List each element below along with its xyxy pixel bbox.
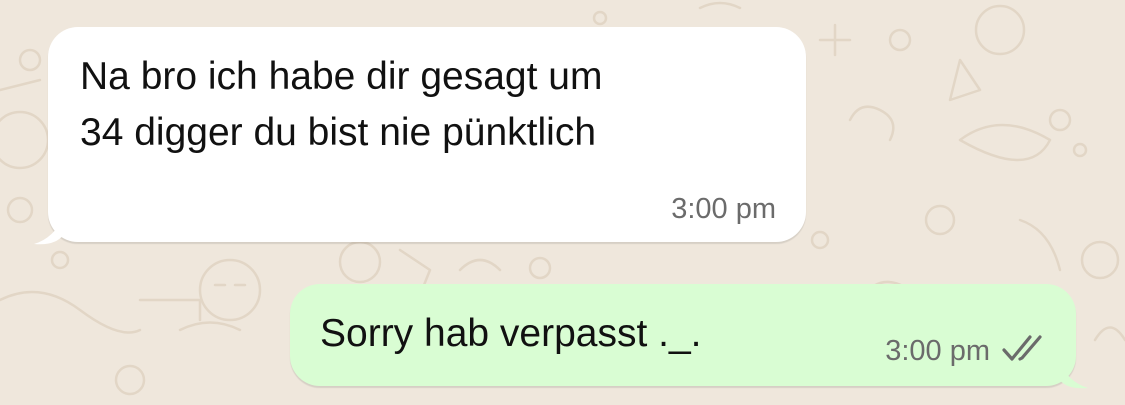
- outgoing-bubble-tail: [1058, 360, 1088, 389]
- incoming-message-bubble[interactable]: Na bro ich habe dir gesagt um 34 digger …: [48, 27, 806, 242]
- double-check-icon: [1002, 335, 1042, 361]
- incoming-bubble-tail: [34, 216, 64, 245]
- message-timestamp: 3:00 pm: [885, 335, 990, 367]
- message-timestamp: 3:00 pm: [671, 193, 776, 225]
- outgoing-message-bubble[interactable]: Sorry hab verpasst ._. 3:00 pm: [290, 284, 1076, 386]
- message-text: Na bro ich habe dir gesagt um 34 digger …: [80, 55, 603, 154]
- message-text: Sorry hab verpasst ._.: [320, 312, 702, 355]
